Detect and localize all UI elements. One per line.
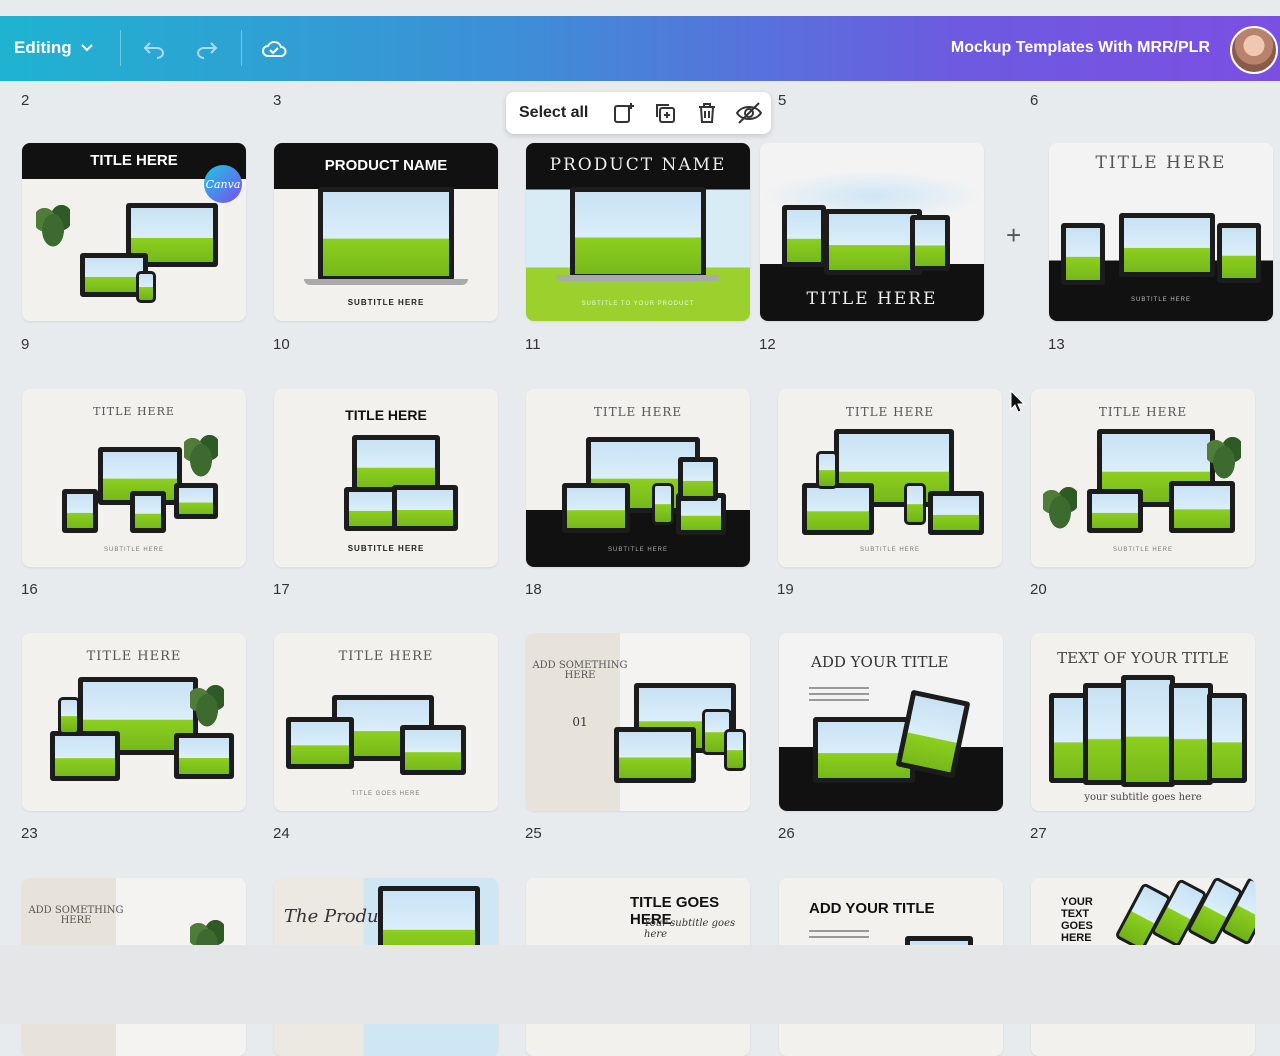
select-all-button[interactable]: Select all xyxy=(519,104,588,122)
thumb-subtitle: SUBTITLE HERE xyxy=(347,544,425,553)
page-thumbnail[interactable]: TITLE HERE SUBTITLE HERE xyxy=(22,389,246,567)
page-number: 10 xyxy=(273,336,290,353)
thumb-title: TEXT OF YOUR TITLE xyxy=(1057,649,1229,667)
thumb-title: YOUR TEXT GOES HERE xyxy=(1061,896,1093,944)
page-number: 27 xyxy=(1030,825,1047,842)
page-thumbnail[interactable]: TITLE HERE SUBTITLE HERE xyxy=(526,389,750,567)
page-number: 9 xyxy=(21,336,30,353)
thumb-title: TITLE HERE xyxy=(1098,405,1188,419)
thumb-subtitle: Your subtitle goes here xyxy=(644,918,736,940)
page-thumbnail[interactable]: TITLE HERE xyxy=(760,143,984,321)
avatar[interactable] xyxy=(1230,26,1278,74)
chevron-down-icon xyxy=(80,44,93,52)
trash-icon[interactable] xyxy=(695,101,719,125)
save-status-button[interactable] xyxy=(261,36,287,62)
page-number: 3 xyxy=(273,92,282,109)
thumb-subtitle: TITLE GOES HERE xyxy=(351,791,421,797)
plant-icon xyxy=(1207,437,1241,479)
thumb-title: PRODUCT NAME xyxy=(549,155,727,175)
redo-button[interactable] xyxy=(194,36,220,62)
page-number: 24 xyxy=(273,825,290,842)
selection-toolbar: Select all xyxy=(506,92,771,134)
canva-badge: Canva xyxy=(204,165,242,203)
redo-icon xyxy=(197,42,218,59)
thumb-subtitle: SUBTITLE HERE xyxy=(1112,547,1173,553)
page-number: 25 xyxy=(525,825,542,842)
thumb-title: ADD SOMETHING HERE xyxy=(532,660,628,681)
thumb-subtitle: SUBTITLE TO YOUR PRODUCT xyxy=(581,301,695,307)
cursor-icon xyxy=(1010,390,1026,413)
page-number: 19 xyxy=(777,581,794,598)
editing-mode-label: Editing xyxy=(14,38,72,57)
divider xyxy=(241,30,242,66)
editing-mode-dropdown[interactable]: Editing xyxy=(14,38,94,58)
page-number: 23 xyxy=(21,825,38,842)
thumb-title: PRODUCT NAME xyxy=(324,157,448,174)
page-thumbnail[interactable]: TEXT OF YOUR TITLE your subtitle goes he… xyxy=(1031,633,1255,811)
thumb-title: TITLE HERE xyxy=(338,649,434,664)
undo-icon xyxy=(143,42,164,59)
undo-button[interactable] xyxy=(141,36,167,62)
document-title[interactable]: Mockup Templates With MRR/PLR xyxy=(951,39,1210,57)
page-thumbnail[interactable]: TITLE HERE SUBTITLE HERE xyxy=(1031,389,1255,567)
thumb-title: ADD YOUR TITLE xyxy=(809,900,935,917)
thumb-subtitle: SUBTITLE HERE xyxy=(347,298,425,307)
page-number: 20 xyxy=(1030,581,1047,598)
plant-icon xyxy=(190,685,224,727)
thumb-title: ADD YOUR TITLE xyxy=(811,653,949,671)
page-number: 5 xyxy=(778,92,787,109)
thumb-title: TITLE HERE xyxy=(90,152,178,169)
divider xyxy=(120,30,121,66)
thumb-subtitle: SUBTITLE HERE xyxy=(859,547,920,553)
page-thumbnail[interactable]: ADD YOUR TITLE xyxy=(779,633,1003,811)
page-number: 26 xyxy=(778,825,795,842)
page-thumbnail[interactable]: PRODUCT NAME SUBTITLE HERE xyxy=(274,143,498,321)
thumb-title: TITLE HERE xyxy=(345,407,427,423)
thumb-title: TITLE HERE xyxy=(845,405,935,419)
page-thumbnail[interactable]: TITLE HERE SUBTITLE HERE xyxy=(1049,143,1273,321)
page-thumbnail[interactable]: TITLE HERE TITLE GOES HERE xyxy=(274,633,498,811)
page-thumbnail[interactable]: TITLE HERE xyxy=(22,633,246,811)
page-number: 18 xyxy=(525,581,542,598)
thumb-subtitle: SUBTITLE HERE xyxy=(607,547,668,553)
page-thumbnail[interactable]: PRODUCT NAME SUBTITLE TO YOUR PRODUCT xyxy=(526,143,750,321)
thumb-title: TITLE HERE xyxy=(86,649,182,664)
page-thumbnail[interactable]: TITLE HERE Canva xyxy=(22,143,246,321)
thumb-subtitle: your subtitle goes here xyxy=(1084,792,1202,803)
hide-icon[interactable] xyxy=(735,101,763,125)
page-thumbnail[interactable]: ADD SOMETHING HERE 01 xyxy=(526,633,750,811)
page-number: 6 xyxy=(1030,92,1039,109)
thumb-title: TITLE HERE xyxy=(593,405,683,419)
plant-icon xyxy=(1043,487,1077,529)
page-number: 12 xyxy=(759,336,776,353)
thumb-title: TITLE HERE xyxy=(806,289,938,309)
thumb-subtitle: SUBTITLE HERE xyxy=(1130,297,1191,303)
plant-icon xyxy=(36,205,70,247)
plant-icon xyxy=(184,435,218,477)
page-thumbnail[interactable]: TITLE HERE SUBTITLE HERE xyxy=(778,389,1002,567)
page-number: 11 xyxy=(525,336,541,353)
thumb-number: 01 xyxy=(572,715,588,729)
plus-icon: + xyxy=(1006,220,1022,250)
cloud-saved-icon xyxy=(262,41,287,57)
bottom-panel xyxy=(0,945,1280,1024)
page-number: 2 xyxy=(21,92,30,109)
page-thumbnail[interactable]: TITLE HERE SUBTITLE HERE xyxy=(274,389,498,567)
page-number: 13 xyxy=(1048,336,1065,353)
thumb-subtitle: SUBTITLE HERE xyxy=(103,547,164,553)
add-page-button[interactable]: + xyxy=(1006,220,1021,251)
thumb-title: ADD SOMETHING HERE xyxy=(28,905,124,926)
top-bar: Editing Mockup Templates With MRR/PLR xyxy=(0,16,1280,81)
page-number: 17 xyxy=(273,581,290,598)
thumb-title: TITLE HERE xyxy=(93,405,175,418)
page-number: 16 xyxy=(21,581,38,598)
add-page-icon[interactable] xyxy=(612,101,636,125)
thumb-title: TITLE HERE xyxy=(1095,153,1227,173)
duplicate-icon[interactable] xyxy=(653,101,677,125)
